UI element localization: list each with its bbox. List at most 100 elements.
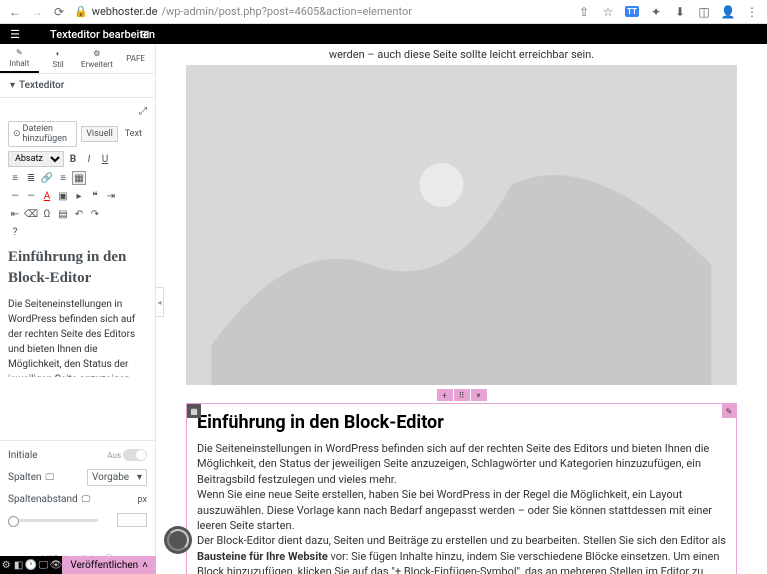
abstand-input[interactable] — [117, 513, 147, 527]
visual-tab[interactable]: Visuell — [81, 126, 118, 142]
preview-icon[interactable]: 👁 — [50, 560, 63, 571]
settings-icon[interactable]: ⚙ — [0, 560, 12, 571]
section-texteditor[interactable]: ▾Texteditor — [0, 74, 155, 98]
extensions-icon[interactable]: ✦ — [649, 5, 663, 19]
monitor-icon[interactable]: 🖵 — [82, 495, 91, 505]
panel-tabs: ✎Inhalt ◐Stil ⚙Erweitert PAFE — [0, 44, 155, 74]
abstand-slider-row — [8, 513, 147, 527]
add-media-button[interactable]: ⊙Dateien hinzufügen — [8, 121, 77, 147]
toolbar-row-3: — — A ▣ ▸ ❝ ⇥ — [8, 189, 147, 203]
monitor-icon[interactable]: 🖵 — [46, 473, 55, 483]
media-bar: ⊙Dateien hinzufügen Visuell Text — [8, 121, 147, 147]
url-path: /wp-admin/post.php?post=4605&action=elem… — [161, 5, 412, 18]
forward-button[interactable]: → — [30, 5, 44, 19]
textcolor-button[interactable]: A — [40, 189, 54, 203]
toolbar-row-1: Absatz B I U — [8, 151, 147, 167]
share-icon[interactable]: ⇧ — [577, 5, 591, 19]
editor-panel: ⤢ ⊙Dateien hinzufügen Visuell Text Absat… — [0, 98, 155, 440]
indent-button[interactable]: ⇥ — [104, 189, 118, 203]
wysiwyg-content[interactable]: Einführung in den Block-Editor Die Seite… — [8, 247, 147, 377]
more-button[interactable]: ▤ — [56, 207, 70, 221]
strike-button[interactable]: — — [24, 189, 38, 203]
extension-badge[interactable]: TT — [625, 6, 639, 17]
gear-icon: ⚙ — [93, 49, 100, 58]
publish-button[interactable]: Veröffentlichen˄ — [62, 556, 156, 574]
browser-bar: ← → ⟳ 🔒 webhoster.de/wp-admin/post.php?p… — [0, 0, 767, 24]
widgets-grid-icon[interactable]: ⊞ — [130, 28, 160, 41]
floating-widget[interactable] — [164, 526, 192, 554]
section-handle: + ⠿ × — [186, 389, 737, 401]
clear-button[interactable]: ⌫ — [24, 207, 38, 221]
bottom-bar: ⚙ ◧ 🕐 🖵 👁 Veröffentlichen˄ — [0, 556, 156, 574]
hr-button[interactable]: — — [8, 189, 22, 203]
image-button[interactable]: ▣ — [56, 189, 70, 203]
tab-content[interactable]: ✎Inhalt — [0, 44, 39, 73]
pencil-icon: ✎ — [16, 48, 23, 57]
browser-actions: ⇧ ☆ TT ✦ ⬇ ◫ 👤 ⋮ — [577, 5, 759, 19]
main-heading: Einführung in den Block-Editor — [197, 412, 726, 433]
toolbar-row-4: ⇤ ⌫ Ω ▤ ↶ ↷ — [8, 207, 147, 221]
tab-style[interactable]: ◐Stil — [39, 44, 78, 73]
history-icon[interactable]: 🕐 — [25, 560, 37, 571]
expand-icon[interactable]: ⤢ — [139, 106, 147, 117]
back-button[interactable]: ← — [8, 5, 22, 19]
profile-icon[interactable]: 👤 — [721, 5, 735, 19]
content-body: Die Seiteneinstellungen in WordPress bef… — [8, 297, 147, 377]
list-ul-button[interactable]: ≡ — [8, 171, 22, 185]
navigator-icon[interactable]: ◧ — [12, 560, 24, 571]
contrast-icon: ◐ — [56, 49, 61, 58]
spalten-select[interactable]: Vorgabe▾ — [87, 469, 147, 486]
url-host: webhoster.de — [92, 5, 158, 18]
tab-pafe[interactable]: PAFE — [116, 44, 155, 73]
link-button[interactable]: 🔗 — [40, 171, 54, 185]
bookmark-icon[interactable]: ◫ — [697, 5, 711, 19]
selected-widget[interactable]: ▦ ✎ Einführung in den Block-Editor Die S… — [186, 403, 737, 574]
main-text: Die Seiteneinstellungen in WordPress bef… — [197, 441, 726, 574]
toolbar-row-2: ≡ ≣ 🔗 ≡ ▦ — [8, 171, 147, 185]
media-icon: ⊙ — [13, 129, 21, 139]
toolbar-row-5: ? — [8, 225, 147, 239]
url-bar[interactable]: 🔒 webhoster.de/wp-admin/post.php?post=46… — [74, 5, 569, 18]
initiale-toggle[interactable] — [123, 449, 147, 461]
align-left-button[interactable]: ≡ — [56, 171, 70, 185]
help-button[interactable]: ? — [8, 225, 22, 239]
redo-button[interactable]: ↷ — [88, 207, 102, 221]
text-tab[interactable]: Text — [120, 126, 147, 142]
italic-button[interactable]: I — [82, 152, 96, 166]
list-ol-button[interactable]: ≣ — [24, 171, 38, 185]
spalten-control: Spalten🖵 Vorgabe▾ — [8, 469, 147, 486]
underline-button[interactable]: U — [98, 152, 112, 166]
video-button[interactable]: ▸ — [72, 189, 86, 203]
left-panel: ✎Inhalt ◐Stil ⚙Erweitert PAFE ▾Textedito… — [0, 44, 156, 574]
chevron-down-icon: ▾ — [137, 472, 142, 483]
star-icon[interactable]: ☆ — [601, 5, 615, 19]
hamburger-icon[interactable]: ☰ — [0, 28, 30, 41]
outdent-button[interactable]: ⇤ — [8, 207, 22, 221]
caret-down-icon: ▾ — [10, 80, 15, 91]
drag-section-button[interactable]: ⠿ — [454, 389, 470, 401]
close-section-button[interactable]: × — [471, 389, 487, 401]
tab-advanced[interactable]: ⚙Erweitert — [78, 44, 117, 73]
responsive-icon[interactable]: 🖵 — [37, 560, 49, 571]
add-section-button[interactable]: + — [437, 389, 453, 401]
align-justify-button[interactable]: ▦ — [72, 171, 86, 185]
undo-button[interactable]: ↶ — [72, 207, 86, 221]
abstand-slider[interactable] — [8, 519, 98, 522]
menu-icon[interactable]: ⋮ — [745, 5, 759, 19]
quote-button[interactable]: ❝ — [88, 189, 102, 203]
image-placeholder[interactable] — [186, 65, 737, 385]
column-handle-icon[interactable]: ▦ — [187, 404, 201, 418]
edit-widget-icon[interactable]: ✎ — [722, 404, 736, 418]
reload-button[interactable]: ⟳ — [52, 5, 66, 19]
download-icon[interactable]: ⬇ — [673, 5, 687, 19]
initiale-control: Initiale Aus — [8, 449, 147, 461]
footer-controls: Initiale Aus Spalten🖵 Vorgabe▾ Spaltenab… — [0, 440, 155, 543]
content-title: Einführung in den Block-Editor — [8, 247, 147, 289]
abstand-control: Spaltenabstand🖵 px — [8, 494, 147, 505]
format-select[interactable]: Absatz — [8, 151, 64, 167]
intro-text: werden – auch diese Seite sollte leicht … — [186, 44, 737, 65]
canvas[interactable]: werden – auch diese Seite sollte leicht … — [156, 44, 767, 574]
char-button[interactable]: Ω — [40, 207, 54, 221]
chevron-up-icon: ˄ — [142, 560, 148, 571]
bold-button[interactable]: B — [66, 152, 80, 166]
